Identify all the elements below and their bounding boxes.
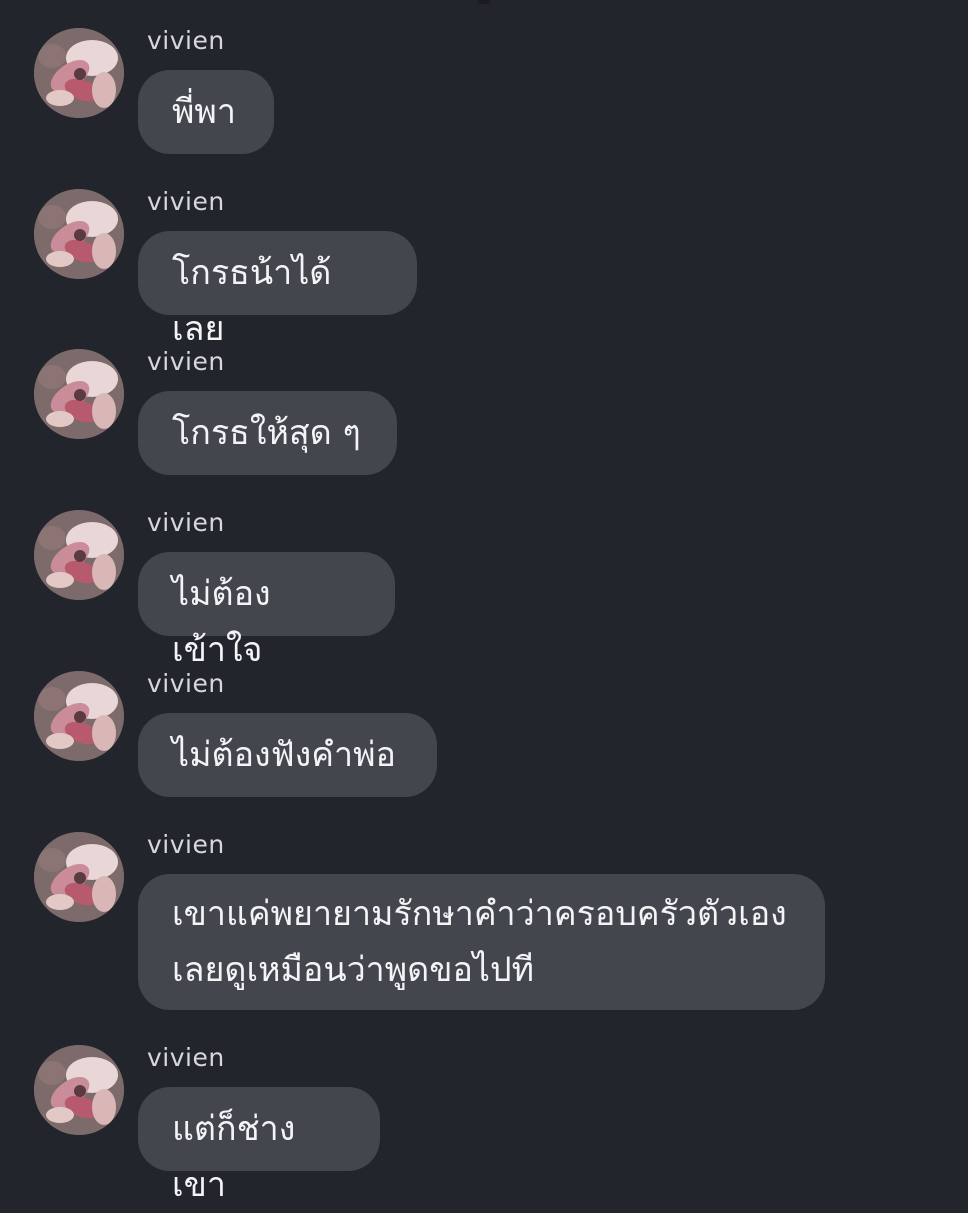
- message-bubble[interactable]: ไม่ต้องเข้าใจ: [138, 552, 395, 670]
- flower-avatar-icon[interactable]: [34, 510, 124, 600]
- message-bubble[interactable]: ไม่ต้องฟังคำพ่อ: [138, 713, 437, 797]
- flower-avatar-icon[interactable]: [34, 1045, 124, 1135]
- message-group-5: vivien ไม่ต้องฟังคำพ่อ: [0, 643, 968, 803]
- sender-name: vivien: [147, 347, 225, 376]
- message-bubble[interactable]: เขาแค่พยายามรักษาคำว่าครอบครัวตัวเอง เลย…: [138, 874, 825, 1010]
- message-group-2: vivien โกรธน้าได้เลย: [0, 161, 968, 349]
- sender-name: vivien: [147, 187, 225, 216]
- flower-avatar-icon[interactable]: [34, 349, 124, 439]
- flower-avatar-icon[interactable]: [34, 671, 124, 761]
- message-bubble[interactable]: แต่ก็ช่างเขา: [138, 1087, 380, 1205]
- message-group-7: vivien แต่ก็ช่างเขา: [0, 1017, 968, 1205]
- message-group-3: vivien โกรธให้สุด ๆ: [0, 321, 968, 481]
- flower-avatar-icon[interactable]: [34, 189, 124, 279]
- chat-thread: vivien พี่พา vivien โกรธน้าได้เลย vivien…: [0, 0, 968, 1205]
- sender-name: vivien: [147, 508, 225, 537]
- message-group-1: vivien พี่พา: [0, 0, 968, 160]
- flower-avatar-icon[interactable]: [34, 28, 124, 118]
- message-group-6: vivien เขาแค่พยายามรักษาคำว่าครอบครัวตัว…: [0, 804, 968, 1024]
- message-bubble[interactable]: โกรธให้สุด ๆ: [138, 391, 397, 475]
- flower-avatar-icon[interactable]: [34, 832, 124, 922]
- message-bubble[interactable]: โกรธน้าได้เลย: [138, 231, 417, 349]
- message-bubble[interactable]: พี่พา: [138, 70, 274, 154]
- sender-name: vivien: [147, 830, 225, 859]
- sender-name: vivien: [147, 26, 225, 55]
- message-group-4: vivien ไม่ต้องเข้าใจ: [0, 482, 968, 670]
- sender-name: vivien: [147, 669, 225, 698]
- sender-name: vivien: [147, 1043, 225, 1072]
